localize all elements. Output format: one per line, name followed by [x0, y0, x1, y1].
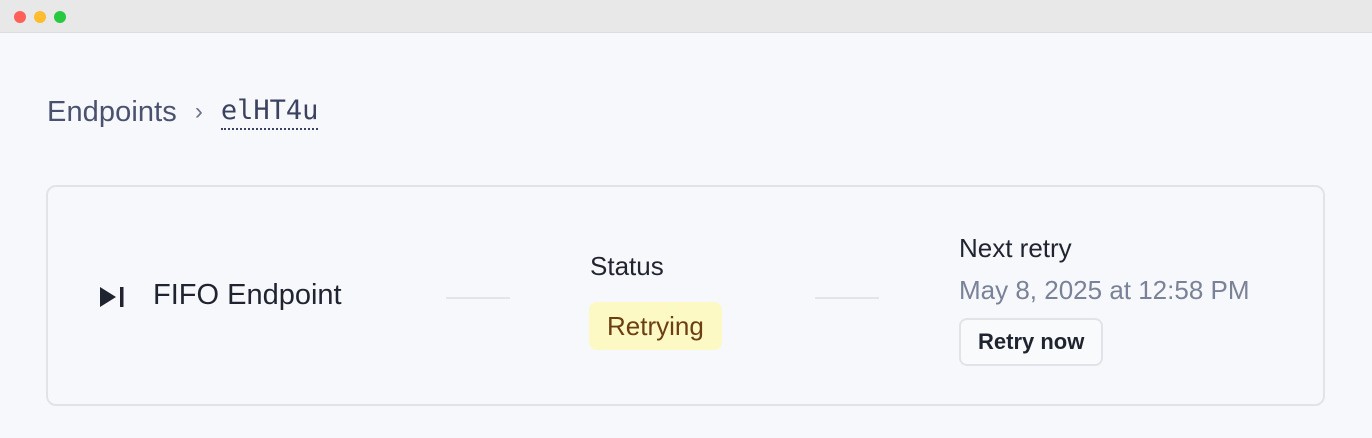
status-label: Status — [590, 251, 664, 281]
main-content: Endpoints › elHT4u FIFO Endpoint Status … — [0, 33, 1372, 438]
connector-line — [446, 297, 510, 299]
endpoint-card: FIFO Endpoint Status Retrying Next retry… — [46, 185, 1325, 406]
retry-now-button[interactable]: Retry now — [959, 318, 1104, 366]
breadcrumb: Endpoints › elHT4u — [47, 95, 319, 130]
breadcrumb-endpoints-link[interactable]: Endpoints — [47, 96, 177, 129]
breadcrumb-separator-chevron: › — [194, 97, 203, 125]
connector-line — [815, 297, 879, 299]
next-retry-label: Next retry — [959, 233, 1072, 263]
window-minimize-button[interactable] — [34, 11, 46, 23]
window-close-button[interactable] — [14, 11, 26, 23]
window-maximize-button[interactable] — [54, 11, 66, 23]
breadcrumb-endpoint-id[interactable]: elHT4u — [220, 95, 319, 130]
endpoint-name: FIFO Endpoint — [153, 279, 342, 311]
next-retry-time: May 8, 2025 at 12:58 PM — [959, 275, 1250, 305]
window-titlebar — [0, 0, 1372, 33]
status-badge: Retrying — [589, 302, 722, 350]
skip-forward-icon — [100, 287, 124, 307]
